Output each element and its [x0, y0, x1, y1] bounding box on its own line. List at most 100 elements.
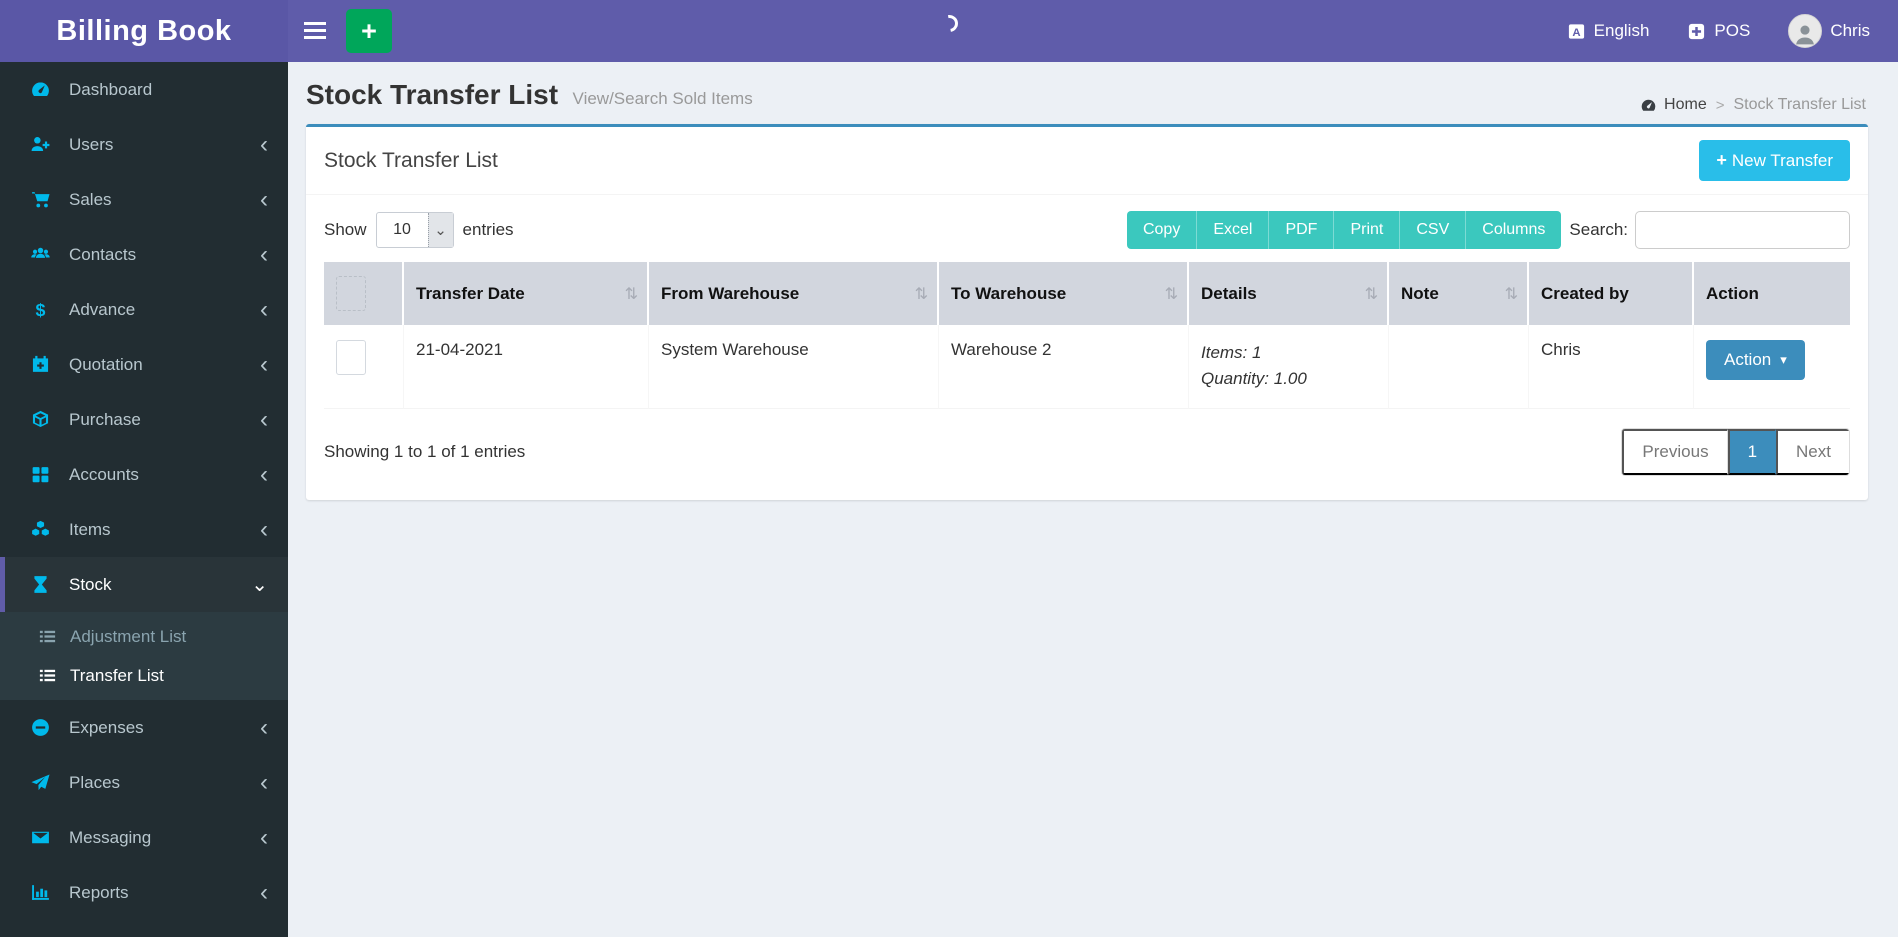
chevron-left-icon: ‹ — [260, 713, 268, 741]
sidebar-item-label: Places — [69, 772, 121, 792]
sidebar-item-sales[interactable]: Sales ‹ — [0, 172, 288, 227]
pdf-button[interactable]: PDF — [1269, 211, 1335, 249]
sidebar-item-label: Users — [69, 134, 114, 154]
table-header-row: Transfer Date ⇅ From Warehouse ⇅ To Wareho… — [324, 262, 1850, 325]
export-button-group: Copy Excel PDF Print CSV Columns — [1126, 211, 1562, 249]
sidebar-item-reports[interactable]: Reports ‹ — [0, 865, 288, 920]
new-transfer-button[interactable]: + New Transfer — [1699, 140, 1850, 181]
previous-page-button[interactable]: Previous — [1622, 428, 1728, 475]
sidebar-item-warehouse[interactable]: Warehouse ‹ — [0, 920, 288, 937]
user-avatar-icon — [1796, 25, 1815, 45]
contacts-icon — [31, 247, 50, 258]
pagination: Previous 1 Next — [1621, 427, 1850, 476]
transfer-date-cell: 21-04-2021 — [404, 325, 649, 409]
sidebar-item-accounts[interactable]: Accounts ‹ — [0, 447, 288, 502]
sidebar-item-purchase[interactable]: Purchase ‹ — [0, 392, 288, 447]
topbar: Billing Book + A English POS Chris — [0, 0, 1898, 62]
chevron-left-icon: ‹ — [260, 350, 268, 378]
chevron-left-icon: ‹ — [260, 185, 268, 213]
breadcrumb-home-link[interactable]: Home — [1640, 96, 1707, 114]
list-icon — [39, 669, 56, 682]
sidebar-item-stock[interactable]: Stock ⌄ — [0, 557, 288, 612]
hourglass-icon — [34, 576, 47, 593]
column-header-action: Action — [1694, 262, 1850, 325]
sidebar-item-contacts[interactable]: Contacts ‹ — [0, 227, 288, 282]
language-icon: A — [1568, 23, 1584, 38]
action-label: Action — [1724, 350, 1772, 369]
sidebar-item-expenses[interactable]: Expenses ‹ — [0, 700, 288, 755]
chevron-left-icon: ‹ — [260, 823, 268, 851]
sort-icon: ⇅ — [1364, 285, 1378, 303]
page-length-select[interactable]: 10 ⌄ — [375, 212, 454, 248]
page-length-control: Show 10 ⌄ entries — [324, 212, 514, 248]
details-quantity: Quantity: 1.00 — [1201, 369, 1307, 389]
breadcrumb: Home > Stock Transfer List — [1640, 96, 1866, 114]
dashboard-icon — [32, 82, 49, 97]
column-header-to-warehouse[interactable]: To Warehouse ⇅ — [939, 262, 1189, 325]
select-all-checkbox[interactable] — [336, 276, 366, 311]
sidebar-item-label: Reports — [69, 882, 129, 902]
pos-button[interactable]: POS — [1687, 21, 1750, 41]
page-1-button[interactable]: 1 — [1727, 428, 1777, 475]
copy-button[interactable]: Copy — [1126, 211, 1198, 249]
select-all-header — [324, 262, 404, 325]
columns-button[interactable]: Columns — [1466, 211, 1562, 249]
quick-add-button[interactable]: + — [346, 9, 392, 53]
row-checkbox[interactable] — [336, 340, 366, 375]
page-subtitle: View/Search Sold Items — [572, 89, 753, 108]
sidebar-item-label: Items — [69, 519, 111, 539]
chevron-left-icon: ‹ — [260, 515, 268, 543]
minus-circle-icon — [32, 719, 49, 736]
column-header-details[interactable]: Details ⇅ — [1189, 262, 1389, 325]
csv-button[interactable]: CSV — [1400, 211, 1467, 249]
sidebar-item-label: Sales — [69, 189, 112, 209]
cubes-icon — [32, 520, 49, 536]
breadcrumb-home-label: Home — [1664, 96, 1707, 113]
card-header: Stock Transfer List + New Transfer — [306, 127, 1868, 195]
next-page-button[interactable]: Next — [1776, 428, 1849, 475]
sidebar-item-advance[interactable]: $ Advance ‹ — [0, 282, 288, 337]
from-warehouse-cell: System Warehouse — [649, 325, 939, 409]
sidebar-item-label: Quotation — [69, 354, 143, 374]
paper-plane-icon — [31, 774, 50, 791]
user-menu[interactable]: Chris — [1788, 14, 1870, 48]
show-label: Show — [324, 220, 367, 239]
sidebar-item-label: Stock — [69, 574, 112, 594]
sort-icon: ⇅ — [914, 285, 928, 303]
breadcrumb-current: Stock Transfer List — [1733, 96, 1867, 113]
column-header-note[interactable]: Note ⇅ — [1389, 262, 1529, 325]
bar-chart-icon — [32, 885, 49, 900]
row-action-button[interactable]: Action ▾ — [1706, 340, 1805, 380]
sidebar-item-dashboard[interactable]: Dashboard — [0, 62, 288, 117]
column-header-transfer-date[interactable]: Transfer Date ⇅ — [404, 262, 649, 325]
sidebar-item-messaging[interactable]: Messaging ‹ — [0, 810, 288, 865]
language-menu[interactable]: A English — [1567, 21, 1650, 41]
sidebar-item-places[interactable]: Places ‹ — [0, 755, 288, 810]
user-name: Chris — [1830, 21, 1870, 40]
submenu-item-adjustment-list[interactable]: Adjustment List — [0, 617, 288, 656]
submenu-item-transfer-list[interactable]: Transfer List — [0, 656, 288, 695]
page-length-value: 10 — [393, 221, 411, 238]
print-button[interactable]: Print — [1334, 211, 1401, 249]
search-input[interactable] — [1635, 211, 1850, 249]
sort-icon: ⇅ — [1504, 285, 1518, 303]
column-header-from-warehouse[interactable]: From Warehouse ⇅ — [649, 262, 939, 325]
excel-button[interactable]: Excel — [1197, 211, 1270, 249]
sidebar-item-users[interactable]: Users ‹ — [0, 117, 288, 172]
page-header: Stock Transfer List View/Search Sold Ite… — [288, 62, 1898, 124]
envelope-icon — [32, 831, 49, 844]
sidebar-item-items[interactable]: Items ‹ — [0, 502, 288, 557]
sidebar-item-quotation[interactable]: Quotation ‹ — [0, 337, 288, 392]
sidebar-toggle-button[interactable] — [288, 0, 342, 62]
stock-submenu: Adjustment List Transfer List — [0, 612, 288, 700]
home-dashboard-icon — [1641, 99, 1656, 111]
submenu-item-label: Adjustment List — [70, 626, 187, 646]
action-cell: Action ▾ — [1694, 325, 1850, 409]
main-content: Stock Transfer List View/Search Sold Ite… — [288, 62, 1898, 937]
brand-logo[interactable]: Billing Book — [0, 0, 288, 62]
chevron-left-icon: ‹ — [260, 240, 268, 268]
breadcrumb-separator: > — [1715, 96, 1725, 114]
language-label: English — [1593, 21, 1650, 40]
page-title: Stock Transfer List — [306, 79, 559, 110]
select-chevron-down-icon: ⌄ — [427, 213, 453, 247]
